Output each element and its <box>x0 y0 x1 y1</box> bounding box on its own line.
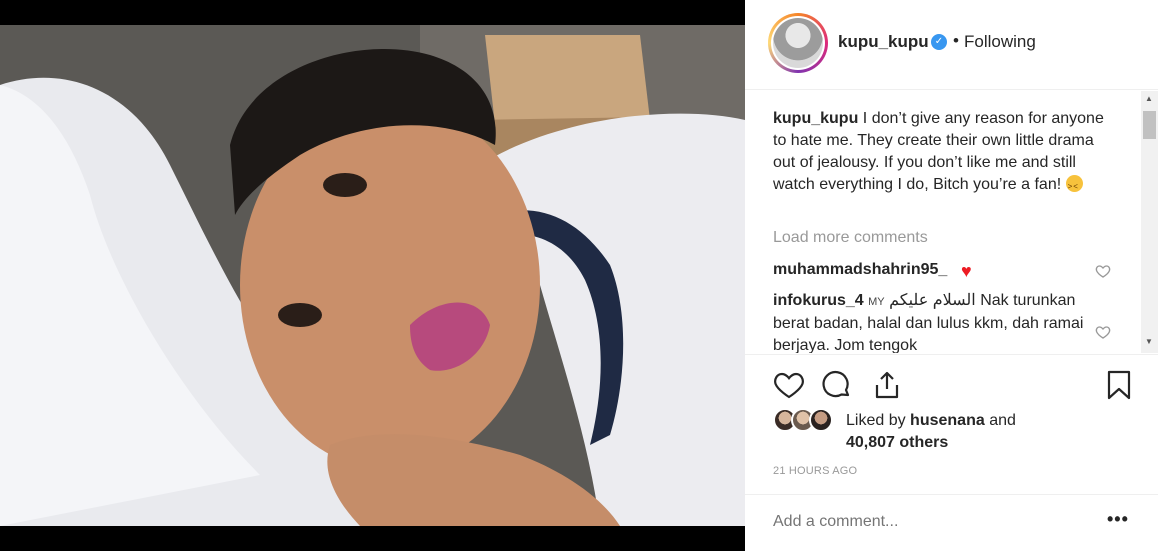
load-more-comments-button[interactable]: Load more comments <box>773 229 928 247</box>
comment-like-icon[interactable] <box>1095 324 1111 340</box>
comment-username[interactable]: muhammadshahrin95_ <box>773 261 947 279</box>
action-bar <box>745 354 1158 414</box>
story-ring[interactable] <box>768 13 828 73</box>
post-side-panel: kupu_kupu ✓ • Following kupu_kupu I don’… <box>745 0 1158 551</box>
comment-username[interactable]: infokurus_4 <box>773 292 864 309</box>
photo-panel <box>0 0 745 551</box>
avatar[interactable] <box>771 16 825 70</box>
comment-flag: MY <box>868 296 885 308</box>
post-photo[interactable] <box>0 25 745 526</box>
comment-input[interactable] <box>773 513 1073 531</box>
post-header: kupu_kupu ✓ • Following <box>745 0 1158 90</box>
scroll-thumb[interactable] <box>1143 111 1156 139</box>
share-icon[interactable] <box>871 369 903 401</box>
red-heart-emoji-icon: ♥ <box>961 261 972 281</box>
caption-username[interactable]: kupu_kupu <box>773 110 858 127</box>
scroll-up-icon[interactable]: ▲ <box>1145 94 1153 103</box>
post-timestamp[interactable]: 21 HOURS AGO <box>773 465 857 477</box>
like-heart-icon[interactable] <box>773 369 805 401</box>
scroll-down-icon[interactable]: ▼ <box>1145 337 1153 346</box>
following-button[interactable]: Following <box>964 32 1036 52</box>
laughing-emoji-icon <box>1065 175 1083 198</box>
more-options-icon[interactable]: ••• <box>1107 509 1129 530</box>
likes-count-link[interactable]: 40,807 others <box>846 434 948 451</box>
likes-prefix: Liked by <box>846 412 906 429</box>
likes-summary: Liked by husenana and 40,807 others <box>846 410 1066 454</box>
photo-illustration <box>0 25 745 526</box>
comments-list: kupu_kupu I don’t give any reason for an… <box>745 91 1158 353</box>
likes-conjunction: and <box>989 412 1016 429</box>
comment-like-icon[interactable] <box>1095 263 1111 279</box>
comment-box: ••• <box>745 494 1158 551</box>
comment-bubble-icon[interactable] <box>821 369 853 401</box>
save-bookmark-icon[interactable] <box>1103 369 1135 401</box>
avatar <box>809 408 833 432</box>
caption: kupu_kupu I don’t give any reason for an… <box>773 108 1113 198</box>
avatar-image <box>773 18 823 68</box>
verified-badge-icon: ✓ <box>931 34 947 50</box>
header-username[interactable]: kupu_kupu <box>838 32 929 52</box>
liker-username[interactable]: husenana <box>910 412 985 429</box>
comments-scrollbar[interactable]: ▲ ▼ <box>1141 91 1158 353</box>
comment: infokurus_4 MY السلام عليكم Nak turunkan… <box>773 290 1093 353</box>
header-separator: • <box>953 31 959 50</box>
